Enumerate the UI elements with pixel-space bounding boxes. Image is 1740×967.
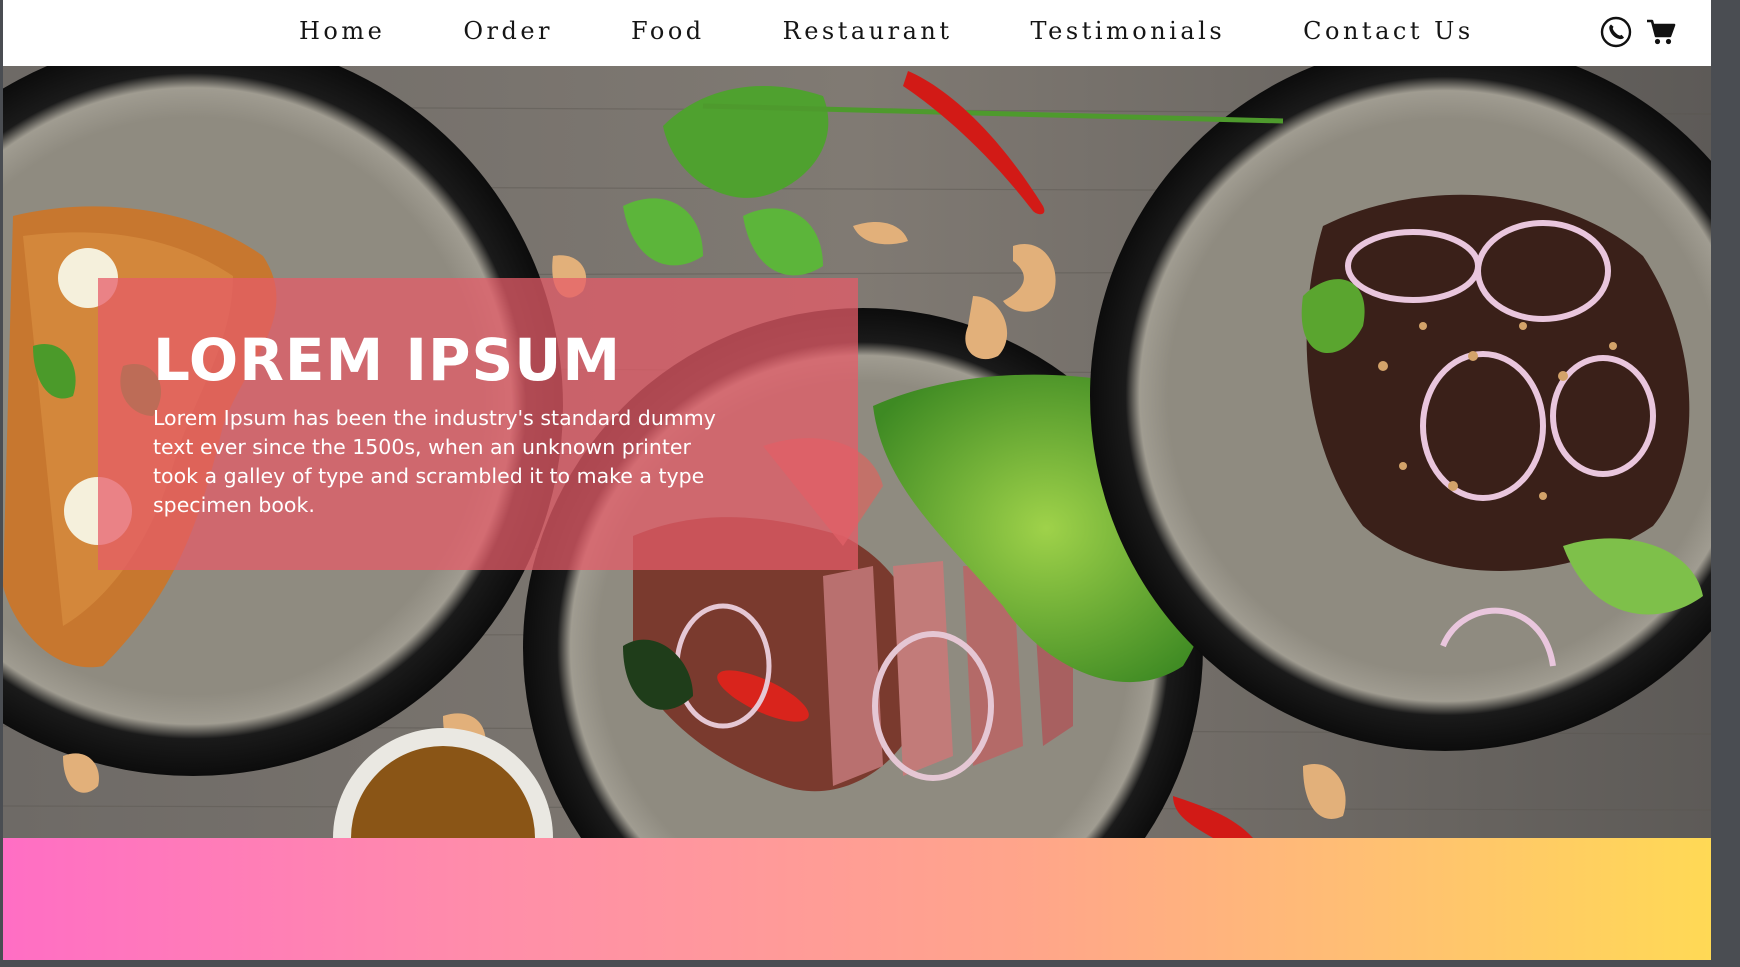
cart-icon[interactable] <box>1646 18 1676 46</box>
gradient-banner <box>3 838 1711 960</box>
phone-icon[interactable] <box>1600 16 1632 48</box>
nav-contact-us[interactable]: Contact Us <box>1303 15 1473 47</box>
hero-description: Lorem Ipsum has been the industry's stan… <box>153 406 716 517</box>
page: Home Order Food Restaurant Testimonials … <box>3 0 1711 960</box>
hero-card: LOREM IPSUM Lorem Ipsum has been the ind… <box>98 278 858 570</box>
nav-links: Home Order Food Restaurant Testimonials … <box>299 15 1474 47</box>
nav-testimonials[interactable]: Testimonials <box>1031 15 1226 47</box>
nav-icons <box>1600 16 1676 48</box>
nav-food[interactable]: Food <box>631 15 705 47</box>
nav-order[interactable]: Order <box>463 15 553 47</box>
top-nav: Home Order Food Restaurant Testimonials … <box>3 0 1711 66</box>
nav-restaurant[interactable]: Restaurant <box>783 15 953 47</box>
hero-title: LOREM IPSUM <box>153 326 622 394</box>
hero-section: LOREM IPSUM Lorem Ipsum has been the ind… <box>3 66 1711 838</box>
nav-home[interactable]: Home <box>299 15 385 47</box>
